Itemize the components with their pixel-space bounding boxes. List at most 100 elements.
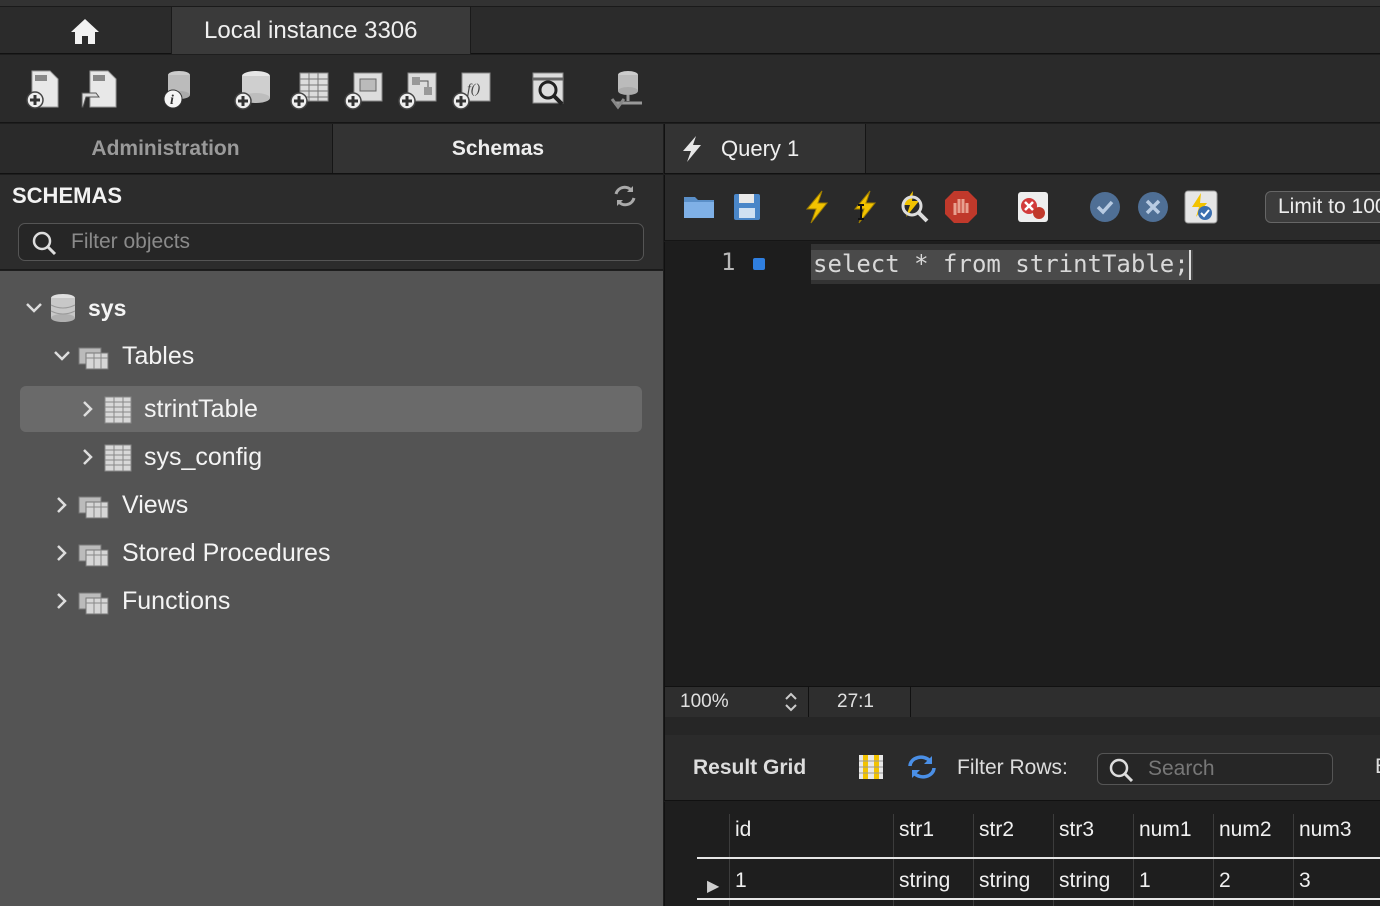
folder-icon [78,587,110,615]
connection-tab[interactable]: Local instance 3306 [171,7,471,54]
server-info-icon[interactable]: i [155,67,199,111]
create-schema-icon[interactable] [232,67,276,111]
sql-editor[interactable]: 1 select * from strintTable; [664,242,1380,686]
reconnect-icon[interactable] [604,67,648,111]
svg-text:i: i [170,93,174,108]
filter-objects-input[interactable] [71,228,631,256]
chevron-right-icon[interactable] [78,400,98,418]
database-icon [50,293,76,323]
zoom-stepper-icon[interactable] [783,690,799,714]
query-tab-bar: Query 1 [664,124,1380,174]
connection-tab-bar: Local instance 3306 [0,0,1380,54]
column-header[interactable]: str3 [1059,818,1094,842]
tab-schemas[interactable]: Schemas [332,124,663,173]
schemas-title: SCHEMAS [12,183,123,208]
grid-columns-icon[interactable] [857,753,885,781]
column-header[interactable]: num3 [1299,818,1352,842]
open-folder-icon[interactable] [681,189,717,225]
stop-icon[interactable] [943,189,979,225]
chevron-right-icon[interactable] [52,496,72,514]
search-table-data-icon[interactable] [527,67,571,111]
edit-icon[interactable]: E [1375,755,1380,779]
column-separator [1133,814,1134,906]
column-header[interactable]: num1 [1139,818,1192,842]
column-header[interactable]: str1 [899,818,934,842]
tree-item-label: Views [122,490,189,519]
zoom-level[interactable]: 100% [680,691,729,713]
column-separator [1053,814,1054,906]
create-procedure-icon[interactable] [396,67,440,111]
chevron-right-icon[interactable] [52,544,72,562]
schema-tree: sys Tables strintTable sys_config Views … [0,271,663,906]
tree-item-sys-config[interactable]: sys_config [78,434,262,480]
sidebar-tabs: Administration Schemas [0,124,663,174]
row-divider [697,898,1380,900]
chevron-right-icon[interactable] [52,592,72,610]
chevron-down-icon[interactable] [24,302,44,314]
column-separator [729,814,730,906]
sql-code[interactable]: select * from strintTable; [811,250,1193,280]
explain-icon[interactable] [895,189,931,225]
column-header[interactable]: id [735,818,751,842]
save-icon[interactable] [729,189,765,225]
home-tab[interactable] [0,7,170,54]
status-divider [910,687,911,718]
panel-splitter[interactable] [664,717,1380,735]
refresh-icon[interactable] [612,183,638,209]
commit-icon[interactable] [1087,189,1123,225]
table-cell[interactable]: string [979,869,1030,893]
table-cell[interactable]: string [1059,869,1110,893]
editor-gutter: 1 [665,242,805,686]
column-header[interactable]: str2 [979,818,1014,842]
folder-icon [78,491,110,519]
table-cell[interactable]: 3 [1299,869,1311,893]
autocommit-icon[interactable] [1183,189,1219,225]
tree-folder-tables[interactable]: Tables [52,333,194,379]
cursor-position: 27:1 [837,691,874,712]
column-separator [973,814,974,906]
refresh-icon[interactable] [905,753,939,781]
window-top-edge [0,0,1380,7]
folder-icon [78,539,110,567]
table-cell[interactable]: string [899,869,950,893]
table-cell[interactable]: 2 [1219,869,1231,893]
open-sql-script-icon[interactable] [78,67,122,111]
tab-query-1[interactable]: Query 1 [665,124,866,173]
create-table-icon[interactable] [288,67,332,111]
column-header[interactable]: num2 [1219,818,1272,842]
schemas-panel-header: SCHEMAS [0,175,663,270]
limit-rows-select[interactable]: Limit to 1000 rows [1265,191,1380,223]
tree-folder-stored-procedures[interactable]: Stored Procedures [52,530,330,576]
tree-folder-views[interactable]: Views [52,482,188,528]
filter-rows-input[interactable] [1148,756,1328,782]
result-grid-label: Result Grid [693,756,807,779]
tree-item-strinttable[interactable]: strintTable [20,386,642,432]
create-function-icon[interactable]: f() [450,67,494,111]
tree-item-label: strintTable [144,394,258,423]
current-line[interactable]: select * from strintTable; [811,244,1380,284]
column-separator [1293,814,1294,906]
tab-schemas-label: Schemas [451,136,545,160]
tab-administration-label: Administration [91,136,240,160]
folder-icon [78,342,110,370]
execute-current-icon[interactable] [847,189,883,225]
header-divider [697,857,1380,859]
home-icon [71,18,99,44]
result-toolbar: Result Grid Filter Rows: E [664,735,1380,801]
toggle-stop-on-error-icon[interactable] [1015,189,1051,225]
tab-administration[interactable]: Administration [0,124,331,173]
tree-folder-functions[interactable]: Functions [52,578,230,624]
chevron-right-icon[interactable] [78,448,98,466]
statement-marker-icon [753,258,765,270]
create-view-icon[interactable] [342,67,386,111]
execute-icon[interactable] [799,189,835,225]
rollback-icon[interactable] [1135,189,1171,225]
table-cell[interactable]: 1 [1139,869,1151,893]
tree-item-sys[interactable]: sys [24,285,126,331]
table-cell[interactable]: 1 [735,869,747,893]
connection-tab-label: Local instance 3306 [204,16,418,44]
chevron-down-icon[interactable] [52,350,72,362]
new-sql-tab-icon[interactable] [22,67,66,111]
search-icon [1109,758,1134,782]
text-caret [1188,250,1191,280]
